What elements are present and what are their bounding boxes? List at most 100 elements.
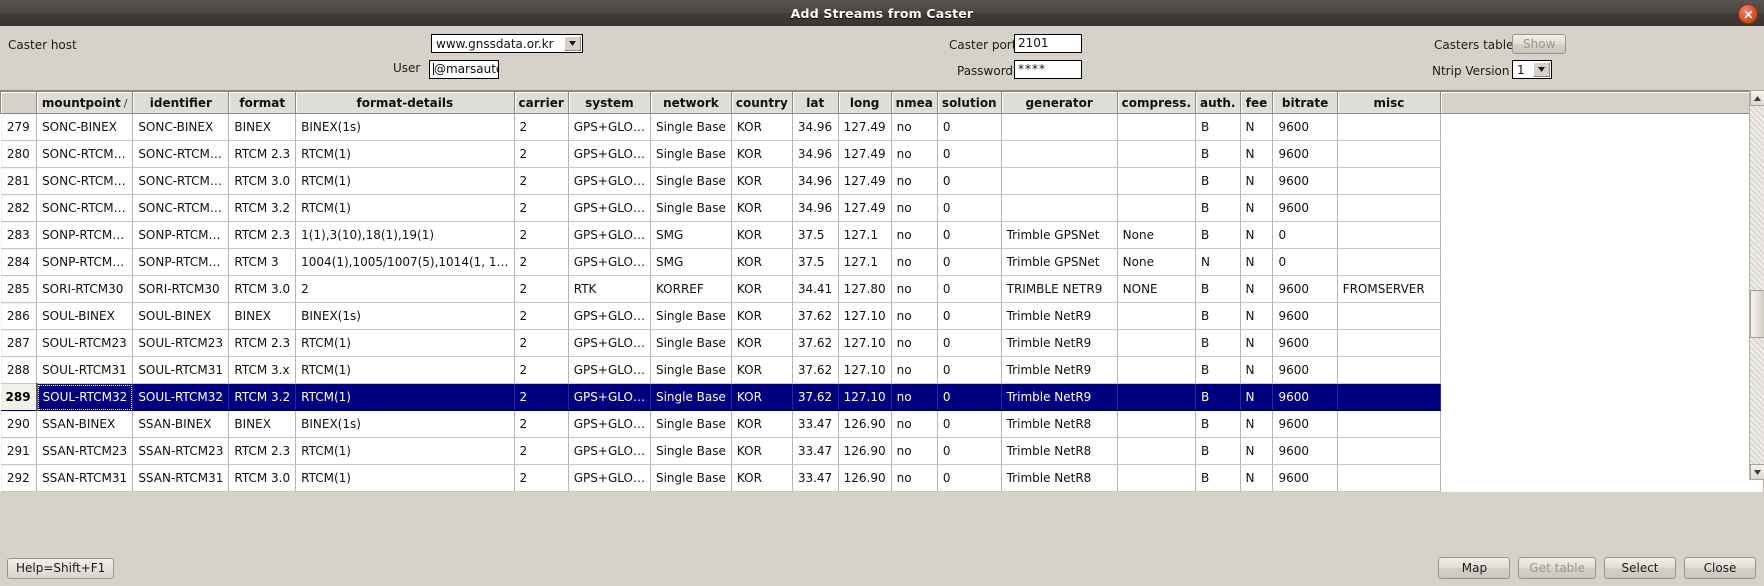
row-number[interactable]: 288 [0,356,38,384]
table-row[interactable]: 282 SONC-RTCM… SONC-RTCM… RTCM 3.2 RTCM(1) 2 G… [0,194,1764,222]
cell-carrier[interactable]: 2 [514,464,569,492]
table-row[interactable]: 280 SONC-RTCM… SONC-RTCM… RTCM 2.3 RTCM(1) 2 G… [0,140,1764,168]
cell-mountpoint[interactable]: SOUL-BINEX [36,302,134,330]
cell-fee[interactable]: N [1240,221,1274,249]
cell-compress[interactable] [1117,194,1197,222]
get-table-button[interactable]: Get table [1518,557,1596,579]
cell-network[interactable]: SMG [650,248,732,276]
column-header-compress[interactable]: compress. [1116,91,1197,114]
cell-lat[interactable]: 37.62 [792,302,839,330]
cell-auth[interactable]: B [1195,356,1241,384]
help-hint-button[interactable]: Help=Shift+F1 [7,558,115,579]
cell-solution[interactable]: 0 [937,356,1002,384]
cell-system[interactable]: GPS+GLO… [568,167,651,195]
cell-fee[interactable]: N [1240,275,1274,303]
cell-network[interactable]: Single Base [650,167,732,195]
cell-bitrate[interactable]: 9600 [1272,410,1338,438]
cell-carrier[interactable]: 2 [514,329,569,357]
cell-lat[interactable]: 34.96 [792,113,839,141]
cell-long[interactable]: 126.90 [838,464,892,492]
cell-bitrate[interactable]: 9600 [1272,302,1338,330]
cell-compress[interactable] [1117,410,1197,438]
cell-format-details[interactable]: 2 [295,275,515,303]
cell-identifier[interactable]: SONC-RTCM… [132,167,230,195]
cell-compress[interactable] [1117,356,1197,384]
cell-solution[interactable]: 0 [937,464,1002,492]
row-number[interactable]: 282 [0,194,38,222]
cell-nmea[interactable]: no [891,410,938,438]
cell-carrier[interactable]: 2 [514,275,569,303]
cell-mountpoint[interactable]: SONC-RTCM… [36,140,134,168]
cell-long[interactable]: 127.10 [838,302,892,330]
row-number[interactable]: 290 [0,410,38,438]
cell-solution[interactable]: 0 [937,248,1002,276]
column-header-nmea[interactable]: nmea [890,91,938,114]
cell-auth[interactable]: B [1195,167,1241,195]
cell-network[interactable]: Single Base [650,410,732,438]
row-number[interactable]: 292 [0,464,38,492]
cell-generator[interactable] [1001,113,1118,141]
cell-long[interactable]: 127.49 [838,167,892,195]
cell-generator[interactable]: Trimble GPSNet [1001,248,1118,276]
cell-misc[interactable] [1337,221,1442,249]
column-header-network[interactable]: network [649,91,732,114]
column-header-auth[interactable]: auth. [1195,91,1241,114]
cell-mountpoint[interactable]: SSAN-BINEX [36,410,134,438]
cell-solution[interactable]: 0 [937,194,1002,222]
cell-system[interactable]: GPS+GLO… [568,113,651,141]
cell-carrier[interactable]: 2 [514,221,569,249]
cell-compress[interactable] [1117,167,1197,195]
cell-system[interactable]: GPS+GLO… [568,248,651,276]
cell-long[interactable]: 127.49 [838,113,892,141]
cell-misc[interactable]: FROMSERVER [1337,275,1442,303]
row-number[interactable]: 283 [0,221,38,249]
cell-auth[interactable]: B [1195,275,1241,303]
row-number[interactable]: 286 [0,302,38,330]
cell-bitrate[interactable]: 9600 [1272,383,1338,411]
cell-misc[interactable] [1337,329,1442,357]
cell-bitrate[interactable]: 9600 [1272,113,1338,141]
cell-auth[interactable]: B [1195,464,1241,492]
cell-fee[interactable]: N [1240,140,1274,168]
cell-compress[interactable] [1117,383,1197,411]
cell-system[interactable]: GPS+GLO… [568,194,651,222]
cell-format[interactable]: RTCM 3.x [228,356,297,384]
cell-identifier[interactable]: SSAN-RTCM31 [132,464,230,492]
cell-lat[interactable]: 37.5 [792,248,839,276]
cell-generator[interactable]: TRIMBLE NETR9 [1001,275,1118,303]
cell-mountpoint[interactable]: SOUL-RTCM23 [36,329,134,357]
table-row[interactable]: 285 SORI-RTCM30 SORI-RTCM30 RTCM 3.0 2 2 RTK KO… [0,275,1764,303]
cell-long[interactable]: 127.49 [838,194,892,222]
cell-format[interactable]: RTCM 2.3 [228,221,297,249]
cell-nmea[interactable]: no [891,275,938,303]
cell-fee[interactable]: N [1240,383,1274,411]
ntrip-version-combobox[interactable]: 1 [1512,60,1552,79]
cell-misc[interactable] [1337,167,1442,195]
cell-bitrate[interactable]: 9600 [1272,464,1338,492]
row-number[interactable]: 279 [0,113,38,141]
cell-fee[interactable]: N [1240,302,1274,330]
cell-auth[interactable]: B [1195,194,1241,222]
cell-system[interactable]: GPS+GLO… [568,464,651,492]
cell-format-details[interactable]: BINEX(1s) [295,302,515,330]
select-button[interactable]: Select [1604,557,1676,579]
cell-generator[interactable]: Trimble NetR9 [1001,356,1118,384]
cell-format-details[interactable]: RTCM(1) [295,356,515,384]
cell-system[interactable]: GPS+GLO… [568,221,651,249]
cell-identifier[interactable]: SOUL-RTCM31 [132,356,230,384]
table-row[interactable]: 283 SONP-RTCM… SONP-RTCM… RTCM 2.3 1(1),3(10… [0,221,1764,249]
cell-misc[interactable] [1337,194,1442,222]
cell-identifier[interactable]: SONP-RTCM… [132,248,230,276]
cell-misc[interactable] [1337,248,1442,276]
cell-compress[interactable]: None [1117,221,1197,249]
cell-mountpoint[interactable]: SSAN-RTCM23 [36,437,134,465]
cell-compress[interactable] [1117,464,1197,492]
cell-carrier[interactable]: 2 [514,194,569,222]
cell-format-details[interactable]: RTCM(1) [295,437,515,465]
cell-network[interactable]: Single Base [650,113,732,141]
cell-solution[interactable]: 0 [937,167,1002,195]
cell-format-details[interactable]: RTCM(1) [295,140,515,168]
cell-network[interactable]: Single Base [650,302,732,330]
cell-compress[interactable] [1117,140,1197,168]
cell-auth[interactable]: B [1195,221,1241,249]
